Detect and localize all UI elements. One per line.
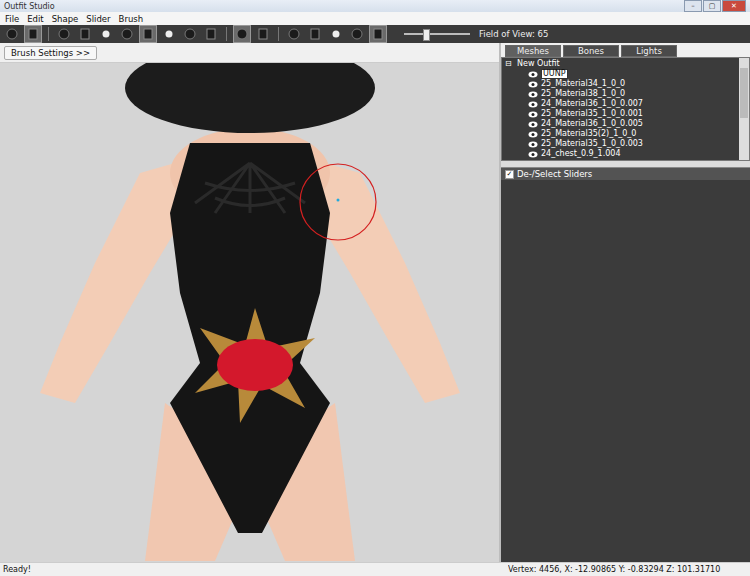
outfit-studio-window: Outfit Studio –▢✕ File Edit Shape Slider Brush… (0, 0, 750, 576)
tool-button[interactable] (118, 25, 136, 43)
toolbar-separator (278, 27, 279, 41)
toolbar: Field of View: 65 (0, 25, 750, 43)
expand-toggle-icon[interactable]: ⊟ (505, 59, 514, 69)
tool-button[interactable] (160, 25, 178, 43)
fov-label: Field of View: 65 (479, 29, 548, 39)
mesh-item[interactable]: 25_Material34_1_0_0 (502, 79, 739, 89)
menu-item[interactable]: Slider (86, 14, 110, 24)
tool-icon (162, 27, 176, 41)
mesh-item[interactable]: UUNP (502, 69, 739, 79)
tool-button[interactable] (3, 25, 21, 43)
window-title: Outfit Studio (4, 2, 55, 11)
tab[interactable]: Meshes (505, 45, 561, 57)
menu-item[interactable]: Brush (119, 14, 144, 24)
tool-icon (256, 27, 270, 41)
menu-bar: File Edit Shape Slider Brush (0, 12, 750, 25)
tree-scrollbar[interactable] (739, 58, 749, 160)
mesh-item[interactable]: 24_Material36_1_0_0.007 (502, 99, 739, 109)
window-control-button[interactable]: ✕ (722, 0, 746, 12)
tool-button[interactable] (327, 25, 345, 43)
tool-button[interactable] (24, 25, 42, 43)
tool-button[interactable] (369, 25, 387, 43)
eye-icon[interactable] (528, 81, 538, 88)
mesh-item[interactable]: 25_Material35(2)_1_0_0 (502, 129, 739, 139)
tool-button[interactable] (202, 25, 220, 43)
tool-icon (120, 27, 134, 41)
tool-icon (57, 27, 71, 41)
tool-icon (26, 27, 40, 41)
mesh-item[interactable]: 24_Material36_1_0_0.005 (502, 119, 739, 129)
eye-icon[interactable] (528, 121, 538, 128)
tool-icon (99, 27, 113, 41)
eye-icon[interactable] (528, 111, 538, 118)
panel-tabs: MeshesBonesLights (501, 43, 750, 57)
tool-icon (350, 27, 364, 41)
tool-button[interactable] (181, 25, 199, 43)
brush-settings-button[interactable]: Brush Settings >> (4, 46, 97, 60)
tool-button[interactable] (139, 25, 157, 43)
tree-root[interactable]: ⊟New Outfit (502, 59, 739, 69)
sliders-panel: ✓De-/Select Sliders (501, 167, 750, 562)
mesh-item[interactable]: 25_Material35_1_0_0.001 (502, 109, 739, 119)
status-text: Ready! (0, 565, 508, 574)
tool-button[interactable] (55, 25, 73, 43)
mesh-tree: ⊟New OutfitUUNP25_Material34_1_0_025_Mat… (501, 57, 750, 161)
tool-button[interactable] (254, 25, 272, 43)
status-bar: Ready!Vertex: 4456, X: -12.90865 Y: -0.8… (0, 562, 750, 576)
tool-icon (78, 27, 92, 41)
tool-button[interactable] (306, 25, 324, 43)
window-control-button[interactable]: ▢ (703, 0, 721, 12)
tab[interactable]: Bones (563, 45, 619, 57)
tool-icon (329, 27, 343, 41)
window-control-button[interactable]: – (684, 0, 702, 12)
eye-icon[interactable] (528, 141, 538, 148)
eye-icon[interactable] (528, 71, 538, 78)
tool-icon (141, 27, 155, 41)
eye-icon[interactable] (528, 101, 538, 108)
deselect-sliders-checkbox[interactable]: ✓De-/Select Sliders (501, 168, 750, 180)
toolbar-separator (48, 27, 49, 41)
3d-viewport[interactable] (0, 63, 499, 562)
tool-icon (371, 27, 385, 41)
menu-item[interactable]: Shape (52, 14, 79, 24)
toolbar-separator (226, 27, 227, 41)
menu-item[interactable]: File (5, 14, 19, 24)
fov-slider[interactable] (404, 28, 470, 40)
tool-button[interactable] (97, 25, 115, 43)
tool-icon (5, 27, 19, 41)
tool-icon (183, 27, 197, 41)
eye-icon[interactable] (528, 151, 538, 158)
tab[interactable]: Lights (621, 45, 677, 57)
tool-button[interactable] (233, 25, 251, 43)
tool-button[interactable] (348, 25, 366, 43)
title-bar: Outfit Studio –▢✕ (0, 0, 750, 12)
model-render (0, 63, 498, 561)
tool-icon (287, 27, 301, 41)
mesh-item[interactable]: 24_chest_0.9_1.004 (502, 149, 739, 159)
tool-icon (204, 27, 218, 41)
eye-icon[interactable] (528, 91, 538, 98)
mesh-item[interactable]: 25_Material35_1_0_0.003 (502, 139, 739, 149)
tool-icon (308, 27, 322, 41)
mesh-item[interactable]: 25_Material38_1_0_0 (502, 89, 739, 99)
tool-button[interactable] (285, 25, 303, 43)
fov-slider-thumb[interactable] (423, 29, 430, 41)
brush-cursor-icon (300, 164, 376, 240)
tool-button[interactable] (76, 25, 94, 43)
menu-item[interactable]: Edit (27, 14, 43, 24)
eye-icon[interactable] (528, 131, 538, 138)
vertex-info: Vertex: 4456, X: -12.90865 Y: -0.83294 Z… (508, 565, 750, 574)
tool-icon (235, 27, 249, 41)
